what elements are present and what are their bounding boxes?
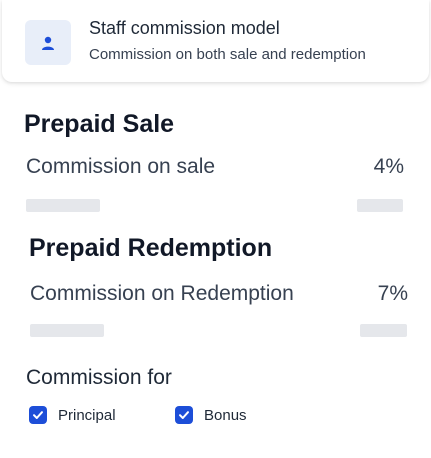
bonus-checkbox-option[interactable]: Bonus xyxy=(175,405,247,425)
check-icon xyxy=(33,411,43,419)
principal-label: Principal xyxy=(58,406,116,424)
commission-on-sale-label: Commission on sale xyxy=(26,155,216,178)
bonus-label: Bonus xyxy=(204,406,247,424)
principal-checkbox[interactable] xyxy=(29,406,47,424)
skeleton-bar xyxy=(30,324,104,337)
prepaid-sale-title: Prepaid Sale xyxy=(24,110,175,138)
user-icon xyxy=(42,36,54,50)
card-title: Staff commission model xyxy=(89,18,280,38)
principal-checkbox-option[interactable]: Principal xyxy=(29,405,116,425)
check-icon xyxy=(179,411,189,419)
commission-model-card[interactable]: Staff commission model Commission on bot… xyxy=(2,0,429,82)
bonus-checkbox[interactable] xyxy=(175,406,193,424)
card-subtitle: Commission on both sale and redemption xyxy=(89,46,366,63)
skeleton-bar xyxy=(26,199,100,212)
skeleton-bar xyxy=(360,324,407,337)
commission-for-title: Commission for xyxy=(26,366,172,389)
avatar xyxy=(25,20,71,65)
commission-on-redemption-value: 7% xyxy=(377,282,408,305)
commission-on-redemption-label: Commission on Redemption xyxy=(30,282,294,305)
skeleton-bar xyxy=(357,199,403,212)
prepaid-redemption-title: Prepaid Redemption xyxy=(29,234,273,262)
commission-on-sale-value: 4% xyxy=(373,155,404,178)
